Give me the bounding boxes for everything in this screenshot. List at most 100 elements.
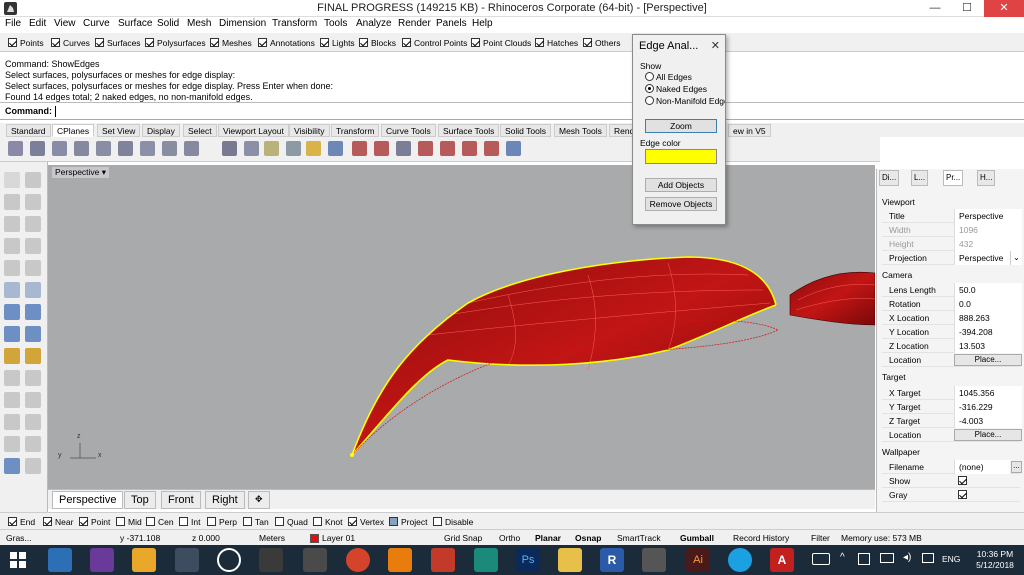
tab-mesh-tools[interactable]: Mesh Tools [554,124,607,137]
menu-surface[interactable]: Surface [118,18,152,29]
z-target-field[interactable]: -4.003 [954,414,1022,428]
rhino-icon[interactable] [642,548,666,572]
checkbox-icon[interactable] [320,38,329,47]
perspective-viewport[interactable]: Perspective ▾ z y x [48,165,875,489]
chevron-down-icon[interactable]: ⌄ [1010,251,1022,265]
rotate-icon[interactable] [25,414,41,430]
radio-naked-edges[interactable]: Naked Edges [645,84,707,94]
cplane-icon[interactable] [74,141,89,156]
tab-standard[interactable]: Standard [6,124,51,137]
grid-icon[interactable] [264,141,279,156]
ortho-toggle[interactable]: Ortho [499,533,520,543]
osnap-perp[interactable]: Perp [207,517,237,527]
cplane-icon[interactable] [8,141,23,156]
menu-curve[interactable]: Curve [83,18,110,29]
checkbox-icon[interactable] [243,517,252,526]
osnap-near[interactable]: Near [43,517,73,527]
tab-solid-tools[interactable]: Solid Tools [500,124,551,137]
tab-curve-tools[interactable]: Curve Tools [381,124,436,137]
battery-icon[interactable] [880,553,894,563]
command-prompt-input[interactable]: Command: [0,103,1024,120]
checkbox-icon[interactable] [348,517,357,526]
filter-annotations[interactable]: Annotations [258,38,315,48]
x-location-field[interactable]: 888.263 [954,311,1022,325]
explode-icon[interactable] [25,392,41,408]
y-target-field[interactable]: -316.229 [954,400,1022,414]
menu-tools[interactable]: Tools [324,18,347,29]
arc-icon[interactable] [4,238,20,254]
filter-curves[interactable]: Curves [51,38,90,48]
close-icon[interactable]: ✕ [711,39,720,52]
ellipse-icon[interactable] [25,216,41,232]
cplane-icon[interactable] [328,141,343,156]
filter-surfaces[interactable]: Surfaces [95,38,141,48]
extrude-icon[interactable] [4,326,20,342]
tab-surface-tools[interactable]: Surface Tools [438,124,500,137]
cplane-icon[interactable] [440,141,455,156]
app-v-icon[interactable] [259,548,283,572]
checkbox-icon[interactable] [402,38,411,47]
osnap-quad[interactable]: Quad [275,517,308,527]
revit-icon[interactable]: R [600,548,624,572]
checkbox-icon[interactable] [471,38,480,47]
block-icon[interactable] [4,458,20,474]
browse-button[interactable]: ... [1011,461,1022,473]
illustrator-icon[interactable]: Ai [686,548,710,572]
split-icon[interactable] [25,370,41,386]
tab-front[interactable]: Front [161,491,201,509]
filter-points[interactable]: Points [8,38,44,48]
sphere-icon[interactable] [25,304,41,320]
tab-cplanes[interactable]: CPlanes [52,124,95,137]
photoshop-icon[interactable]: Ps [516,548,540,572]
grasshopper-status[interactable]: Gras... [6,533,32,543]
language-indicator[interactable]: ENG [942,554,960,564]
smarttrack-toggle[interactable]: SmartTrack [617,533,661,543]
cplane-icon[interactable] [418,141,433,156]
cplane-icon[interactable] [462,141,477,156]
menu-transform[interactable]: Transform [272,18,317,29]
tab-help-panel[interactable]: H... [977,170,996,186]
menu-file[interactable]: File [5,18,21,29]
chrome-icon[interactable] [346,548,370,572]
filter-polysurfaces[interactable]: Polysurfaces [145,38,206,48]
osnap-vertex[interactable]: Vertex [348,517,384,527]
osnap-mid[interactable]: Mid [116,517,142,527]
checkbox-icon[interactable] [51,38,60,47]
surface-icon[interactable] [4,282,20,298]
cplane-icon[interactable] [52,141,67,156]
osnap-knot[interactable]: Knot [313,517,343,527]
tab-transform[interactable]: Transform [331,124,380,137]
title-field[interactable]: Perspective [954,209,1022,223]
checkbox-icon[interactable] [535,38,544,47]
gray-checkbox[interactable] [958,490,967,499]
hp-icon[interactable] [217,548,241,572]
dialog-title[interactable]: Edge Anal... [639,40,698,52]
z-location-field[interactable]: 13.503 [954,339,1022,353]
tab-display[interactable]: Display [142,124,180,137]
place-location-button[interactable]: Place... [954,354,1022,366]
filter-others[interactable]: Others [583,38,621,48]
menu-dimension[interactable]: Dimension [219,18,266,29]
place-target-button[interactable]: Place... [954,429,1022,441]
checkbox-icon[interactable] [207,517,216,526]
skype-icon[interactable] [728,548,752,572]
cplane-icon[interactable] [396,141,411,156]
add-viewport-icon[interactable]: ✥ [248,491,270,509]
menu-render[interactable]: Render [398,18,431,29]
checkbox-icon[interactable] [359,38,368,47]
curve-icon[interactable] [25,194,41,210]
visual-studio-icon[interactable] [90,548,114,572]
tab-display-panel[interactable]: Di... [879,170,900,186]
menu-solid[interactable]: Solid [157,18,179,29]
rectangle-icon[interactable] [25,238,41,254]
point-icon[interactable] [25,172,41,188]
tab-layers-panel[interactable]: L... [911,170,929,186]
checkbox-icon[interactable] [210,38,219,47]
planar-toggle[interactable]: Planar [535,533,561,543]
sketchup-icon[interactable] [431,548,455,572]
minimize-button[interactable]: — [920,0,950,17]
checkbox-icon[interactable] [433,517,442,526]
tab-properties-panel[interactable]: Pr... [943,170,964,186]
app-8-icon[interactable] [175,548,199,572]
cplane-icon[interactable] [244,141,259,156]
